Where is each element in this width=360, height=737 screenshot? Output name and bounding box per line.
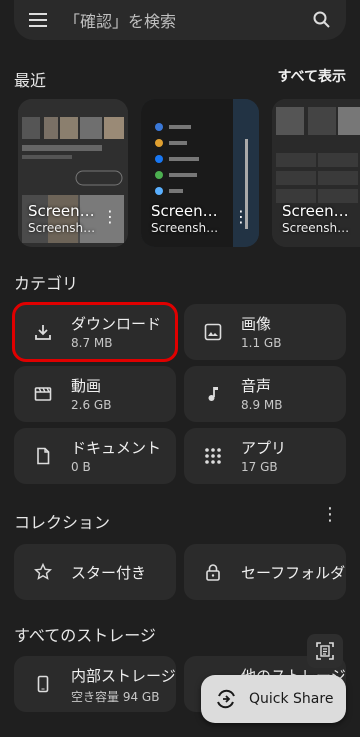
phone-icon bbox=[37, 675, 49, 693]
more-vert-icon[interactable]: ⋮ bbox=[233, 209, 249, 225]
storage-name: 内部ストレージ bbox=[71, 667, 176, 685]
quick-share-button[interactable]: Quick Share bbox=[201, 675, 346, 723]
category-size: 8.7 MB bbox=[71, 336, 113, 350]
recent-item-subtitle: Screensh… bbox=[151, 221, 219, 235]
recent-item-subtitle: Screensh… bbox=[28, 221, 96, 235]
category-images[interactable]: 画像 1.1 GB bbox=[184, 304, 346, 360]
category-audio[interactable]: 音声 8.9 MB bbox=[184, 366, 346, 422]
recent-item-subtitle: Screensh… bbox=[282, 221, 350, 235]
category-documents[interactable]: ドキュメント 0 B bbox=[14, 428, 176, 484]
document-icon bbox=[37, 447, 50, 465]
document-scanner-icon bbox=[316, 642, 334, 660]
recent-item-title: Screen… bbox=[282, 202, 349, 220]
recent-item-title: Screen… bbox=[151, 202, 218, 220]
recent-item-title: Screen… bbox=[28, 202, 95, 220]
quick-share-label: Quick Share bbox=[249, 691, 334, 707]
category-name: 画像 bbox=[241, 315, 272, 333]
movie-icon bbox=[34, 387, 52, 401]
collection-safe-folder[interactable]: セーフフォルダ bbox=[184, 544, 346, 600]
category-size: 0 B bbox=[71, 460, 91, 474]
category-size: 2.6 GB bbox=[71, 398, 112, 412]
quick-share-icon bbox=[217, 689, 235, 709]
storage-title: すべてのストレージ bbox=[14, 626, 156, 645]
category-name: ダウンロード bbox=[71, 315, 162, 333]
categories-title: カテゴリ bbox=[14, 274, 79, 293]
recent-title: 最近 bbox=[14, 71, 47, 90]
category-videos[interactable]: 動画 2.6 GB bbox=[14, 366, 176, 422]
download-icon bbox=[35, 325, 51, 340]
apps-grid-icon bbox=[205, 448, 221, 464]
menu-icon[interactable] bbox=[28, 10, 48, 30]
category-size: 8.9 MB bbox=[241, 398, 283, 412]
recent-item[interactable]: Screen… Screensh… ⋮ bbox=[18, 99, 128, 247]
category-size: 17 GB bbox=[241, 460, 278, 474]
collection-starred[interactable]: スター付き bbox=[14, 544, 176, 600]
star-icon bbox=[34, 563, 52, 580]
category-name: 動画 bbox=[71, 377, 102, 395]
collections-title: コレクション bbox=[14, 513, 111, 532]
category-downloads[interactable]: ダウンロード 8.7 MB bbox=[12, 302, 178, 362]
category-apps[interactable]: アプリ 17 GB bbox=[184, 428, 346, 484]
search-icon[interactable] bbox=[312, 10, 332, 30]
category-name: 音声 bbox=[241, 377, 272, 395]
search-bar[interactable]: 「確認」を検索 bbox=[14, 0, 346, 40]
see-all-link[interactable]: すべて表示 bbox=[278, 66, 346, 86]
recent-item[interactable]: Screen… Screensh… ⋮ bbox=[141, 99, 259, 247]
lock-icon bbox=[206, 564, 220, 581]
recent-item[interactable]: Screen… Screensh… bbox=[272, 99, 360, 247]
more-vert-icon[interactable]: ⋮ bbox=[102, 209, 118, 225]
collection-name: セーフフォルダ bbox=[241, 564, 346, 582]
category-name: アプリ bbox=[241, 439, 287, 457]
collection-name: スター付き bbox=[71, 564, 147, 582]
more-vert-icon[interactable]: ⋮ bbox=[321, 505, 339, 525]
storage-free-space: 空き容量 94 GB bbox=[71, 690, 160, 704]
category-name: ドキュメント bbox=[71, 439, 162, 457]
category-size: 1.1 GB bbox=[241, 336, 282, 350]
image-icon bbox=[204, 323, 222, 341]
scan-document-button[interactable] bbox=[307, 634, 343, 668]
storage-internal[interactable]: 内部ストレージ 空き容量 94 GB bbox=[14, 656, 176, 712]
search-input[interactable]: 「確認」を検索 bbox=[64, 8, 312, 32]
music-note-icon bbox=[208, 387, 218, 401]
